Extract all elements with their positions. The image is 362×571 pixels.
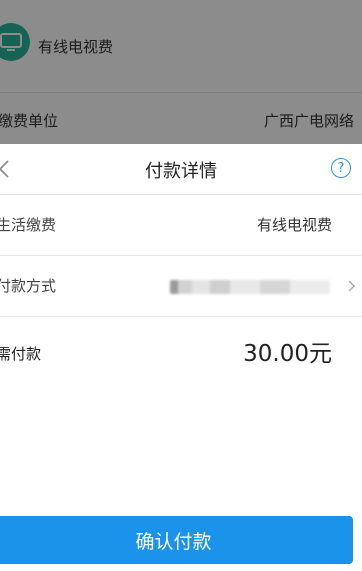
payment-method-value [170,280,330,294]
chevron-right-icon [348,280,355,292]
confirm-payment-button[interactable]: 确认付款 [0,516,353,564]
payment-details-sheet: 付款详情 ? 生活缴费 有线电视费 付款方式 需付款 30.00元 确认付款 [0,144,362,571]
bill-type-value: 有线电视费 [256,216,332,234]
bill-type-label: 生活缴费 [0,216,57,234]
amount-value: 30.00元 [243,341,332,367]
sheet-header: 付款详情 ? [0,144,362,195]
bill-type-row: 生活缴费 有线电视费 [0,195,362,256]
payment-method-row[interactable]: 付款方式 [0,256,362,317]
sheet-title: 付款详情 [145,161,217,182]
help-icon[interactable]: ? [331,158,351,178]
amount-label: 需付款 [0,345,42,363]
payment-method-label: 付款方式 [0,277,57,295]
